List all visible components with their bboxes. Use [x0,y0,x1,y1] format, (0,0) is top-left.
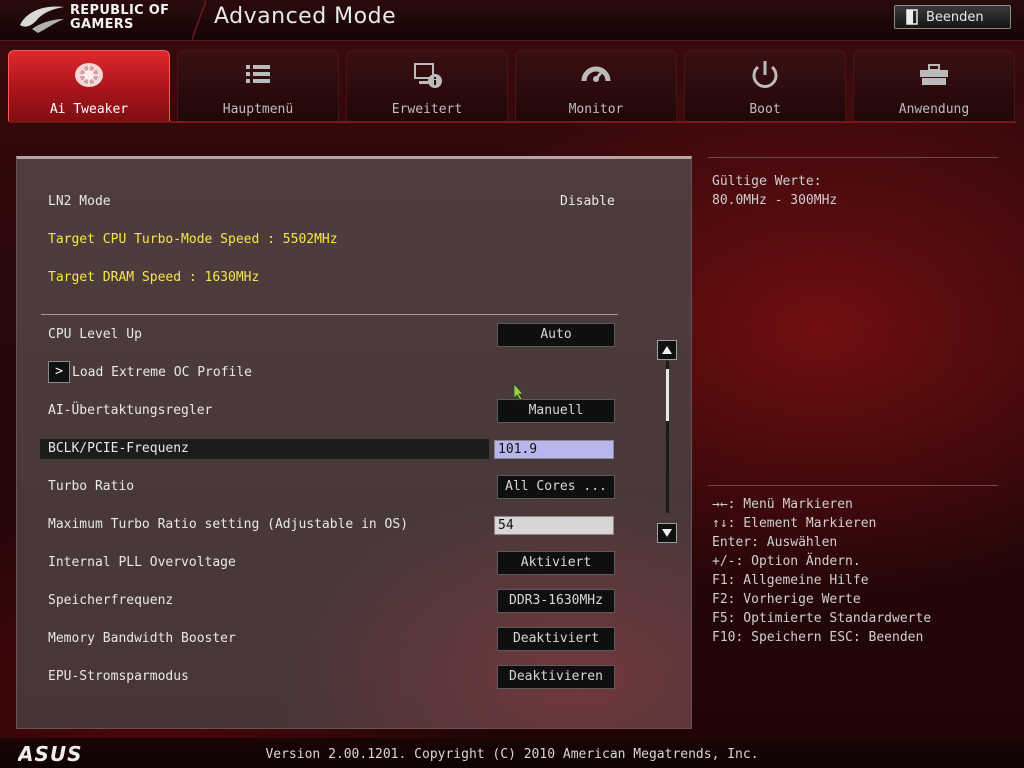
help-top-divider [708,157,998,158]
key-hint: F10: Speichern ESC: Beenden [712,630,924,645]
tab-label: Anwendung [898,102,970,117]
help-keys-divider [708,485,998,486]
cpu-level-up-select[interactable]: Auto [497,323,615,347]
ai-tweaker-icon [75,63,103,87]
triangle-up-icon [662,346,672,354]
exit-button-label: Beenden [926,9,984,25]
key-hint: →←: Menü Markieren [712,497,853,512]
tab-erweitert[interactable]: Erweitert [346,50,508,122]
header-bar: REPUBLIC OF GAMERS Advanced Mode Beenden [0,0,1024,41]
gauge-icon [581,66,611,82]
exit-door-icon [906,9,918,25]
target-dram-speed: Target DRAM Speed : 1630MHz [48,270,260,285]
scroll-down-button[interactable] [657,523,677,543]
memory-frequency-label: Speicherfrequenz [48,593,174,608]
ln2-mode-label: LN2 Mode [48,194,111,209]
memory-frequency-select[interactable]: DDR3-1630MHz [497,589,615,613]
triangle-down-icon [662,529,672,537]
bclk-frequency-label: BCLK/PCIE-Frequenz [48,441,189,456]
load-extreme-oc-profile[interactable]: Load Extreme OC Profile [72,365,252,380]
bclk-frequency-input[interactable]: 101.9 [494,440,614,459]
rog-eye-logo-icon [20,6,64,33]
pll-overvoltage-select[interactable]: Aktiviert [497,551,615,575]
tab-anwendung[interactable]: Anwendung [853,50,1015,122]
ln2-mode-value: Disable [560,194,615,209]
key-hint: F5: Optimierte Standardwerte [712,611,932,626]
key-hint: F2: Vorherige Werte [712,592,861,607]
memory-bandwidth-booster-select[interactable]: Deaktiviert [497,627,615,651]
tab-label: Erweitert [391,102,463,117]
mouse-pointer-icon [513,383,524,401]
tab-hauptmenu[interactable]: Hauptmenü [177,50,339,122]
tab-label: Ai Tweaker [49,102,129,117]
ai-oc-tuner-label: AI-Übertaktungsregler [48,403,213,418]
toolbox-icon [920,64,948,85]
key-hint: Enter: Auswählen [712,535,838,550]
epu-power-saving-select[interactable]: Deaktivieren [497,665,615,689]
scrollbar-thumb[interactable] [666,369,669,421]
brand-text: REPUBLIC OF GAMERS [70,4,169,32]
power-icon [752,61,778,88]
target-cpu-speed: Target CPU Turbo-Mode Speed : 5502MHz [48,232,338,247]
memory-bandwidth-booster-label: Memory Bandwidth Booster [48,631,236,646]
pll-overvoltage-label: Internal PLL Overvoltage [48,555,236,570]
brand-line-1: REPUBLIC OF [70,3,170,18]
turbo-ratio-label: Turbo Ratio [48,479,135,494]
key-hint: +/-: Option Ändern. [712,554,861,569]
max-turbo-ratio-label: Maximum Turbo Ratio setting (Adjustable … [48,517,409,532]
max-turbo-ratio-input[interactable]: 54 [494,516,614,535]
version-info: Version 2.00.1201. Copyright (C) 2010 Am… [265,747,759,762]
tab-boot[interactable]: Boot [684,50,846,122]
key-hint: F1: Allgemeine Hilfe [712,573,869,588]
advanced-info-icon [414,63,442,88]
main-tabs: Ai Tweaker Hauptmenü Erweitert Monitor B… [8,50,1016,122]
valid-values-title: Gültige Werte: [712,174,822,189]
tab-label: Monitor [568,102,624,117]
turbo-ratio-select[interactable]: All Cores ... [497,475,615,499]
brand-line-2: GAMERS [70,17,134,32]
list-icon [246,65,270,83]
tab-ai-tweaker[interactable]: Ai Tweaker [8,50,170,122]
load-profile-arrow-icon[interactable]: > [48,361,70,383]
tab-label: Boot [749,102,781,117]
valid-values-range: 80.0MHz - 300MHz [712,193,838,208]
scroll-up-button[interactable] [657,340,677,360]
cpu-level-up-label: CPU Level Up [48,327,142,342]
header-separator [192,0,206,40]
page-title: Advanced Mode [214,4,397,29]
settings-panel: LN2 Mode Disable Target CPU Turbo-Mode S… [16,156,692,729]
tab-label: Hauptmenü [222,102,294,117]
tab-underline [8,121,1016,123]
key-hint: ↑↓: Element Markieren [712,516,877,531]
exit-button[interactable]: Beenden [894,5,1011,29]
ai-oc-tuner-select[interactable]: Manuell [497,399,615,423]
tab-monitor[interactable]: Monitor [515,50,677,122]
section-divider [41,314,618,315]
epu-power-saving-label: EPU-Stromsparmodus [48,669,189,684]
